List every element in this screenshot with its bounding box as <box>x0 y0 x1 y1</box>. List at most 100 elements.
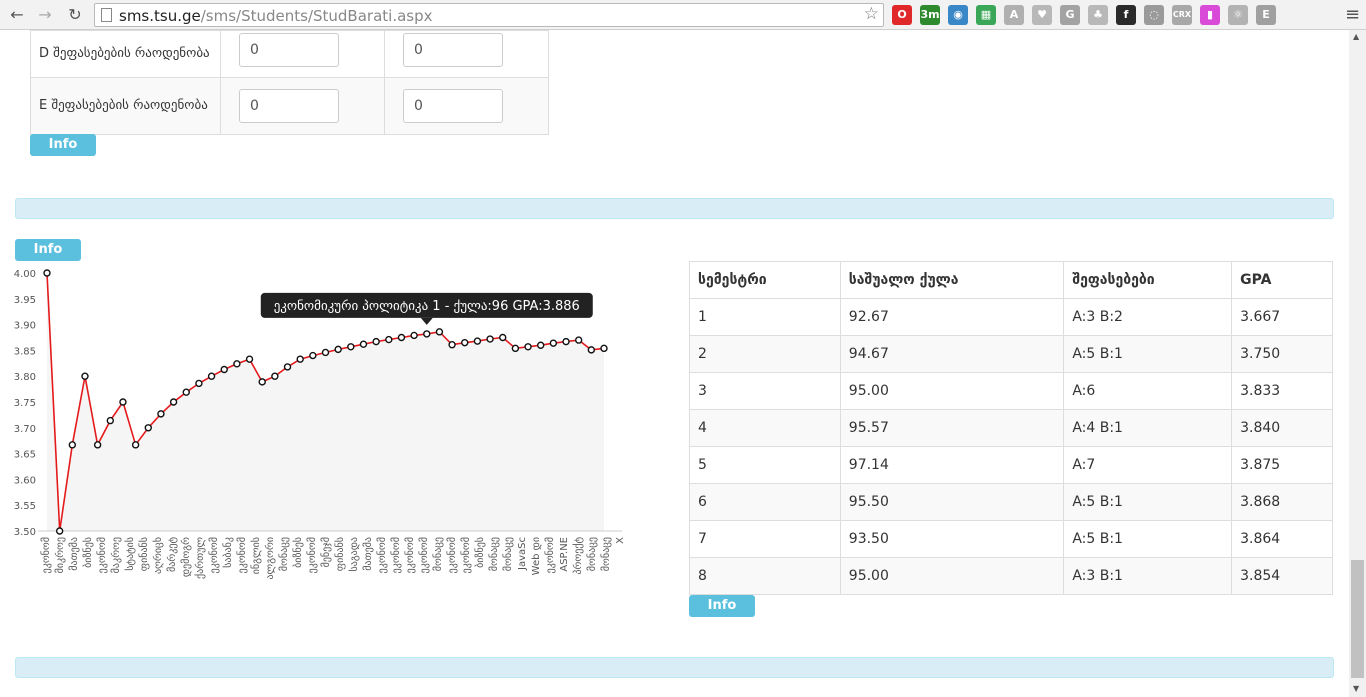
circle-icon[interactable]: ◌ <box>1144 5 1164 25</box>
header-semester: სემესტრი <box>689 261 841 299</box>
x-tick-label: ეკონომ <box>40 537 52 573</box>
y-tick-label: 3.85 <box>14 346 36 357</box>
page-scrollbar[interactable]: ▲ ▼ <box>1349 30 1366 697</box>
y-tick-label: 3.65 <box>14 450 36 461</box>
grade-label-e: E შეფასებების რაოდენობა <box>30 77 221 135</box>
x-tick-label: ეკონომ <box>390 537 402 573</box>
grade-d-input-1[interactable] <box>238 32 339 67</box>
data-point <box>397 333 406 342</box>
grade-count-table: D შეფასებების რაოდენობა E შეფასებების რა… <box>30 30 550 135</box>
x-tick-label: მონაცე <box>502 537 514 571</box>
y-tick-label: 3.50 <box>14 527 36 538</box>
x-tick-label: ეკონომ <box>446 537 458 573</box>
heart-icon[interactable]: ♥ <box>1032 5 1052 25</box>
header-gpa: GPA <box>1231 261 1333 299</box>
globe-icon[interactable]: ◉ <box>948 5 968 25</box>
data-point <box>385 335 393 344</box>
react-icon[interactable]: ⚛ <box>1228 5 1248 25</box>
x-tick-label: სტატის <box>124 537 136 571</box>
data-point <box>461 338 469 347</box>
data-point <box>55 527 64 535</box>
data-point <box>182 388 190 396</box>
data-point <box>410 331 418 340</box>
table-row: 4 95.57 A:4 B:1 3.840 <box>689 409 1333 447</box>
semesters-info-button[interactable]: Info <box>689 595 755 617</box>
e-icon[interactable]: E <box>1256 5 1276 25</box>
bookmark-star-icon[interactable]: ☆ <box>864 4 879 24</box>
y-tick-label: 3.90 <box>14 321 36 332</box>
data-point <box>220 365 228 374</box>
table-row: 1 92.67 A:3 B:2 3.667 <box>689 298 1333 336</box>
data-point <box>119 398 127 406</box>
x-tick-label: ინგლის <box>250 537 262 574</box>
url-text[interactable]: sms.tsu.ge/sms/Students/StudBarati.aspx <box>119 7 433 25</box>
x-tick-label: ეკონომ <box>404 537 416 573</box>
data-point <box>359 340 368 348</box>
grade-row-d: D შეფასებების რაოდენობა <box>30 30 550 78</box>
x-tick-label: ბიზნეს <box>82 537 94 568</box>
scrollbar-thumb[interactable] <box>1351 560 1364 678</box>
y-tick-label: 3.95 <box>14 295 36 306</box>
grade-d-input-2[interactable] <box>402 32 503 67</box>
data-point <box>448 341 456 349</box>
data-point <box>131 441 140 449</box>
page-icon <box>101 8 112 22</box>
data-point <box>435 328 444 336</box>
x-tick-label: ბიზნეს <box>292 537 304 568</box>
x-tick-label: ბიზნეს <box>474 537 486 568</box>
x-tick-label: ეკონომ <box>208 537 220 573</box>
y-tick-label: 3.80 <box>14 372 36 383</box>
browser-menu-icon[interactable]: ≡ <box>1345 5 1360 25</box>
g-icon[interactable]: G <box>1060 5 1080 25</box>
x-tick-label: მიკროე <box>54 537 66 573</box>
grades-info-button[interactable]: Info <box>30 134 96 156</box>
forward-arrow-icon[interactable]: → <box>34 4 56 26</box>
grade-e-input-1[interactable] <box>238 89 339 123</box>
x-tick-label: დემოგრ <box>180 537 192 577</box>
back-arrow-icon[interactable]: ← <box>6 4 28 26</box>
page-icon[interactable]: ▮ <box>1200 5 1220 25</box>
table-row: 2 94.67 A:5 B:1 3.750 <box>689 335 1333 373</box>
data-point <box>423 330 431 338</box>
f-icon[interactable]: f <box>1116 5 1136 25</box>
y-tick-label: 3.60 <box>14 475 36 486</box>
data-point <box>486 335 494 343</box>
chart-tooltip: ეკონომიკური პოლიტიკა 1 - ქულა:96 GPA:3.8… <box>260 292 593 325</box>
table-row: 7 93.50 A:5 B:1 3.864 <box>689 520 1333 558</box>
scroll-up-arrow-icon[interactable]: ▲ <box>1353 32 1359 41</box>
data-point <box>207 372 216 380</box>
x-tick-label: პროექტ <box>572 537 584 575</box>
chart-info-button[interactable]: Info <box>15 239 81 261</box>
x-tick-label: მაკროე <box>110 537 122 573</box>
3m-badge-icon[interactable]: 3m <box>920 5 940 25</box>
x-tick-label: მონაცე <box>278 537 290 571</box>
data-point <box>283 363 292 371</box>
grade-e-input-2[interactable] <box>402 89 503 123</box>
y-tick-label: 3.70 <box>14 424 36 435</box>
data-point <box>144 424 152 432</box>
y-tick-label: 3.55 <box>14 501 36 512</box>
data-point <box>587 346 596 354</box>
x-tick-label: მათემა <box>362 537 374 571</box>
gpa-line-chart: 4.00 3.95 3.90 3.85 3.80 3.75 3.70 3.65 3.60 3.55… <box>14 269 626 580</box>
y-tick-label: 3.75 <box>14 398 36 409</box>
opera-icon[interactable]: O <box>892 5 912 25</box>
data-point <box>43 269 51 277</box>
x-tick-label: Web დი <box>531 537 542 575</box>
data-point <box>296 355 304 363</box>
address-bar[interactable]: sms.tsu.ge/sms/Students/StudBarati.aspx … <box>94 3 884 27</box>
data-point <box>195 379 203 388</box>
grade-label-d: D შეფასებების რაოდენობა <box>30 30 221 78</box>
x-tick-label: საბანკ <box>222 537 234 568</box>
data-point <box>233 360 241 368</box>
data-point <box>537 341 545 349</box>
qr-icon[interactable]: ▦ <box>976 5 996 25</box>
crx-icon[interactable]: CRX <box>1172 5 1192 25</box>
scroll-down-arrow-icon[interactable]: ▼ <box>1353 684 1359 693</box>
reload-icon[interactable]: ↻ <box>64 4 86 26</box>
data-point <box>473 337 482 345</box>
tree-icon[interactable]: ♣ <box>1088 5 1108 25</box>
data-point <box>347 343 355 351</box>
angular-icon[interactable]: A <box>1004 5 1024 25</box>
x-tick-label: JavaSc <box>517 537 528 571</box>
